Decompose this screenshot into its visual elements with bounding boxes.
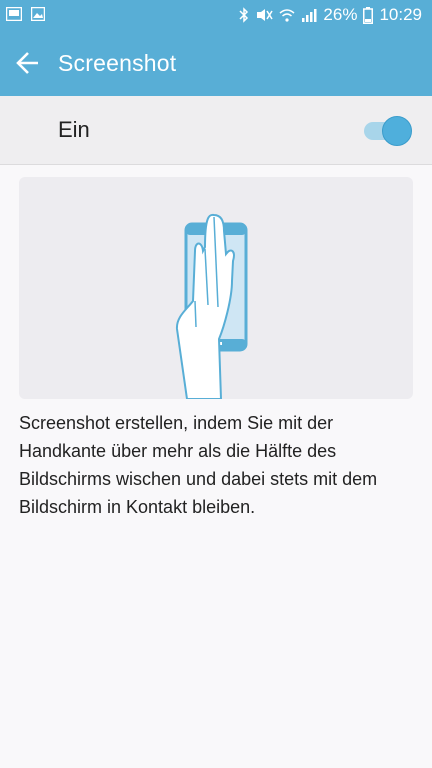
battery-percent: 26%: [323, 5, 358, 24]
toggle-switch[interactable]: [364, 116, 412, 146]
bluetooth-icon: [239, 7, 249, 23]
status-bar-right: 26% 10:29: [239, 4, 422, 26]
image-notification-icon: [31, 7, 45, 21]
gallery-notification-icon: [6, 7, 22, 21]
back-arrow-icon: [16, 52, 38, 74]
back-button[interactable]: [14, 49, 44, 77]
toggle-thumb: [382, 116, 412, 146]
wifi-icon: [279, 9, 295, 22]
app-bar: Screenshot: [0, 30, 432, 96]
illustration-card: [19, 177, 413, 399]
mute-icon: [257, 9, 274, 21]
description-text: Screenshot erstellen, indem Sie mit der …: [19, 413, 378, 517]
palm-swipe-phone-illustration: [175, 213, 248, 399]
page-title: Screenshot: [58, 50, 177, 76]
status-bar-left: [6, 7, 45, 21]
status-bar: 26% 10:29: [0, 0, 432, 30]
signal-icon: [302, 9, 317, 22]
battery-icon: [363, 6, 374, 24]
toggle-label: Ein: [58, 117, 90, 142]
clock: 10:29: [379, 5, 422, 24]
